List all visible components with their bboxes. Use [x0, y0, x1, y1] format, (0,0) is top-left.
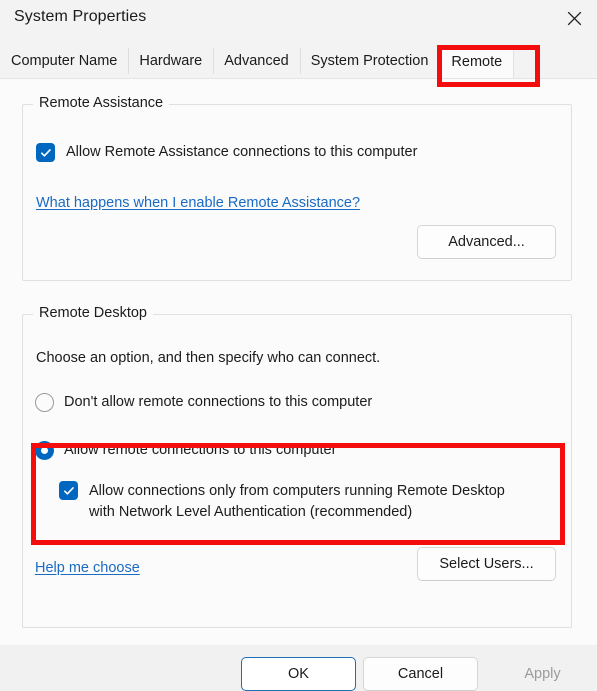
allow-remote-assistance-label: Allow Remote Assistance connections to t… — [66, 144, 418, 160]
checkmark-icon — [63, 486, 74, 495]
nla-checkbox[interactable] — [59, 481, 78, 500]
advanced-button[interactable]: Advanced... — [417, 225, 556, 259]
dont-allow-remote-connections-label: Don't allow remote connections to this c… — [64, 394, 373, 410]
remote-assistance-group-title: Remote Assistance — [33, 95, 170, 111]
remote-desktop-group-title: Remote Desktop — [33, 305, 153, 321]
radio-selected-dot — [41, 447, 48, 454]
remote-desktop-instruction: Choose an option, and then specify who c… — [36, 350, 381, 366]
tab-hardware[interactable]: Hardware — [128, 44, 214, 78]
tab-strip: Computer Name Hardware Advanced System P… — [0, 44, 597, 78]
select-users-button[interactable]: Select Users... — [417, 547, 556, 581]
allow-remote-assistance-row[interactable]: Allow Remote Assistance connections to t… — [36, 143, 417, 162]
nla-checkbox-row[interactable]: Allow connections only from computers ru… — [59, 481, 509, 523]
tab-label: System Protection — [310, 53, 429, 69]
title-bar: System Properties — [0, 0, 597, 44]
checkmark-icon — [40, 148, 51, 157]
tab-system-protection[interactable]: System Protection — [299, 44, 440, 78]
tab-label: Advanced — [224, 53, 289, 69]
close-icon — [567, 11, 582, 26]
dialog-footer: OK Cancel Apply — [0, 645, 597, 691]
window-title: System Properties — [14, 8, 147, 25]
apply-button: Apply — [485, 657, 597, 691]
nla-checkbox-label: Allow connections only from computers ru… — [89, 483, 505, 520]
allow-remote-assistance-checkbox[interactable] — [36, 143, 55, 162]
dont-allow-remote-connections-row[interactable]: Don't allow remote connections to this c… — [35, 393, 372, 412]
remote-desktop-group: Remote Desktop Choose an option, and the… — [22, 305, 572, 628]
cancel-button[interactable]: Cancel — [363, 657, 478, 691]
allow-remote-connections-row[interactable]: Allow remote connections to this compute… — [35, 441, 336, 460]
tab-remote[interactable]: Remote — [439, 45, 515, 78]
allow-remote-connections-radio[interactable] — [35, 441, 54, 460]
tab-label: Hardware — [139, 53, 203, 69]
tab-strip-filler — [514, 44, 597, 78]
tab-content-panel: Remote Assistance Allow Remote Assistanc… — [0, 78, 597, 646]
dont-allow-remote-connections-radio[interactable] — [35, 393, 54, 412]
remote-assistance-help-link[interactable]: What happens when I enable Remote Assist… — [36, 195, 360, 211]
ok-button[interactable]: OK — [241, 657, 356, 691]
tab-advanced[interactable]: Advanced — [213, 44, 300, 78]
remote-assistance-group: Remote Assistance Allow Remote Assistanc… — [22, 95, 572, 281]
tab-label: Remote — [451, 54, 503, 70]
allow-remote-connections-label: Allow remote connections to this compute… — [64, 442, 337, 458]
tab-label: Computer Name — [11, 53, 118, 69]
help-me-choose-link[interactable]: Help me choose — [35, 560, 140, 576]
tab-computer-name[interactable]: Computer Name — [0, 44, 129, 78]
close-button[interactable] — [551, 0, 597, 36]
